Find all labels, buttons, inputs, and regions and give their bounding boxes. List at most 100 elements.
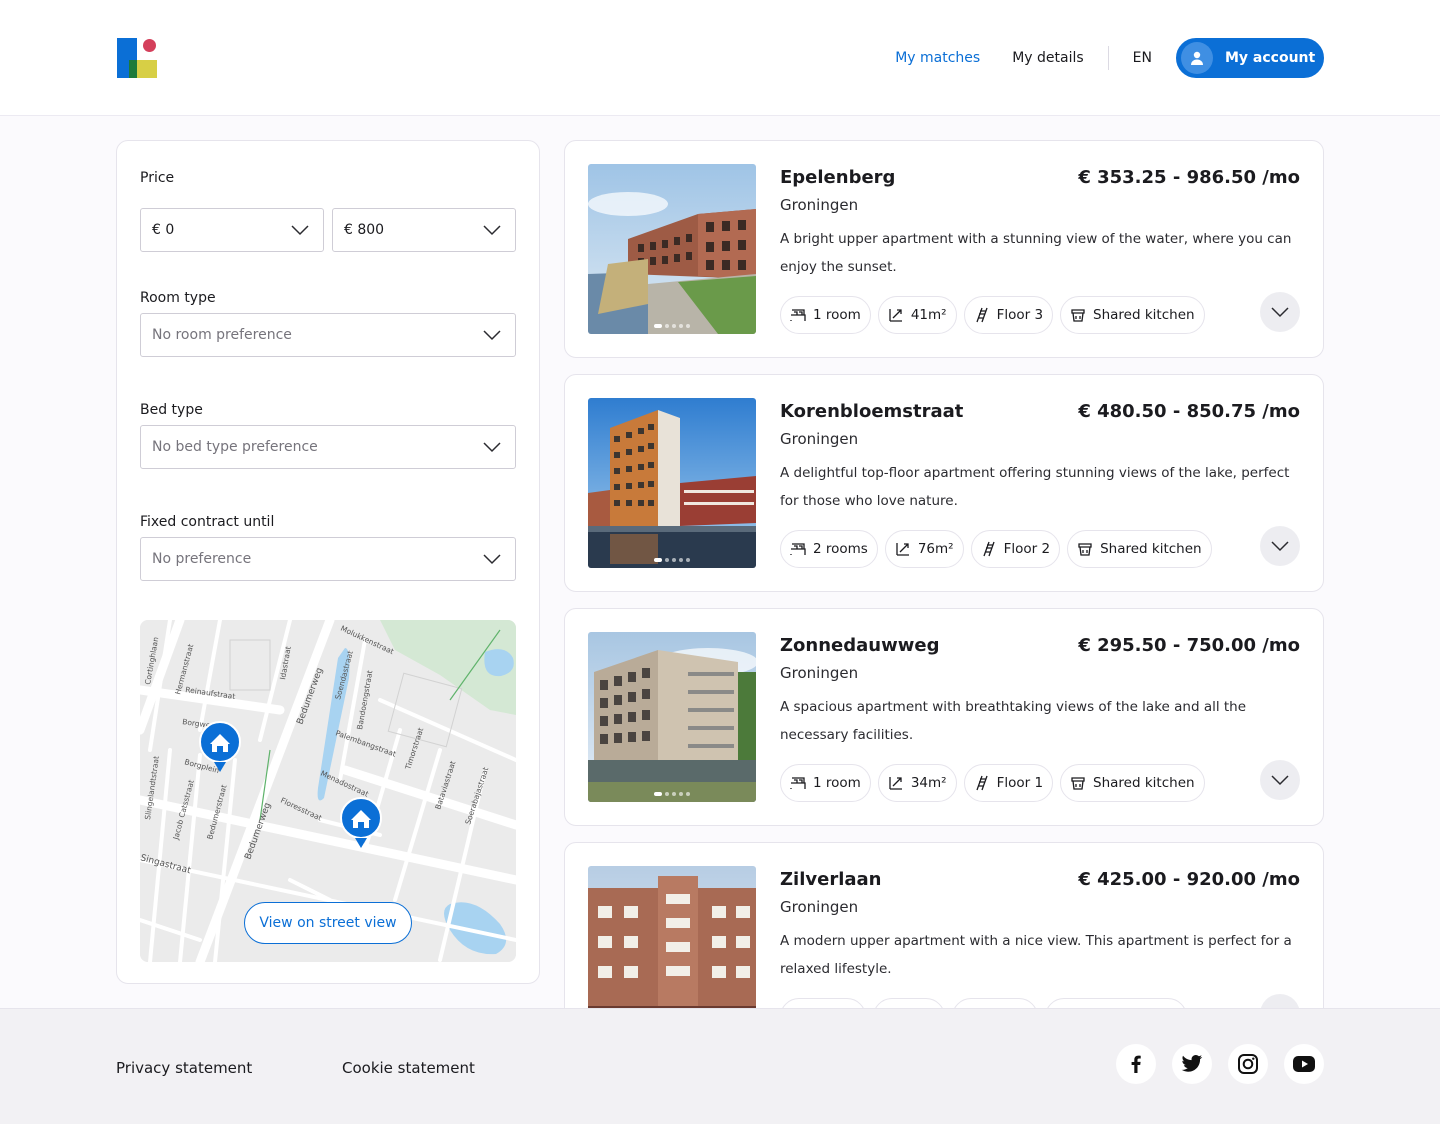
- expand-listing-button[interactable]: [1260, 994, 1300, 1008]
- floor-chip: Floor 2: [970, 530, 1061, 568]
- chevron-down-icon: [483, 554, 501, 565]
- header: My matches My details EN My account: [0, 0, 1440, 116]
- logo-icon[interactable]: [117, 38, 159, 78]
- listing-card[interactable]: Zonnedauwweg € 295.50 - 750.00 /mo Groni…: [564, 608, 1324, 826]
- filter-panel: Price € 0 € 800 Room type No room prefer…: [116, 140, 540, 984]
- chevron-down-icon: [483, 225, 501, 236]
- listing-card[interactable]: Korenbloemstraat € 480.50 - 850.75 /mo G…: [564, 374, 1324, 592]
- rooms-value: 2 rooms: [813, 541, 868, 557]
- nav-my-matches[interactable]: My matches: [895, 50, 980, 66]
- area-value: 76m²: [917, 541, 954, 557]
- room-type-value: No room preference: [152, 327, 292, 343]
- instagram-icon[interactable]: [1228, 1044, 1268, 1084]
- cookie-statement-link[interactable]: Cookie statement: [342, 1059, 475, 1077]
- rooms-chip: 1 room: [780, 296, 871, 334]
- room-type-label: Room type: [140, 290, 216, 306]
- listing-title[interactable]: Zilverlaan: [780, 869, 882, 890]
- floor-value: Floor 1: [996, 775, 1044, 791]
- chevron-down-icon: [1271, 307, 1289, 318]
- chevron-down-icon: [291, 225, 309, 236]
- rooms-chip: 1 room: [780, 764, 871, 802]
- listing-list: Epelenberg € 353.25 - 986.50 /mo Groning…: [564, 140, 1324, 1008]
- listing-card[interactable]: Epelenberg € 353.25 - 986.50 /mo Groning…: [564, 140, 1324, 358]
- expand-listing-button[interactable]: [1260, 292, 1300, 332]
- area-chip: 34m²: [877, 764, 957, 802]
- main-nav: My matches My details EN My account: [895, 38, 1324, 78]
- bed-type-select[interactable]: No bed type preference: [140, 425, 516, 469]
- rooms-value: 1 room: [813, 775, 861, 791]
- expand-listing-button[interactable]: [1260, 526, 1300, 566]
- listing-photo[interactable]: [588, 866, 756, 1008]
- nav-divider: [1107, 46, 1109, 70]
- photo-pagination[interactable]: [588, 558, 756, 562]
- area-value: 34m²: [910, 775, 947, 791]
- bed-type-value: No bed type preference: [152, 439, 318, 455]
- room-type-select[interactable]: No room preference: [140, 313, 516, 357]
- price-max-value: € 800: [344, 222, 385, 238]
- map[interactable]: Cortinghlaan Hermanstraat Reinaufstraat …: [140, 620, 516, 962]
- street-view-button[interactable]: View on street view: [244, 902, 412, 944]
- area-icon: [889, 309, 902, 322]
- area-chip: 41m²: [877, 296, 957, 334]
- price-min-value: € 0: [152, 222, 175, 238]
- listing-description: A spacious apartment with breathtaking v…: [780, 699, 1247, 743]
- user-icon: [1181, 42, 1213, 74]
- privacy-statement-link[interactable]: Privacy statement: [116, 1059, 252, 1077]
- rooms-chip: [780, 998, 866, 1008]
- my-account-button[interactable]: My account: [1176, 38, 1324, 78]
- chevron-down-icon: [483, 330, 501, 341]
- nav-my-details[interactable]: My details: [1012, 50, 1083, 66]
- twitter-icon[interactable]: [1172, 1044, 1212, 1084]
- expand-listing-button[interactable]: [1260, 760, 1300, 800]
- listing-title[interactable]: Epelenberg: [780, 167, 895, 188]
- contract-select[interactable]: No preference: [140, 537, 516, 581]
- contract-label: Fixed contract until: [140, 514, 275, 530]
- listing-description: A bright upper apartment with a stunning…: [780, 231, 1292, 275]
- floor-chip: Floor 3: [963, 296, 1054, 334]
- listing-description: A delightful top-floor apartment offerin…: [780, 465, 1290, 509]
- footer: Privacy statement Cookie statement: [0, 1008, 1440, 1124]
- price-max-select[interactable]: € 800: [332, 208, 516, 252]
- kitchen-chip: [1045, 998, 1187, 1008]
- area-value: 41m²: [910, 307, 947, 323]
- listing-price: € 425.00 - 920.00 /mo: [1078, 869, 1300, 890]
- stairs-icon: [982, 541, 995, 557]
- facebook-icon[interactable]: [1116, 1044, 1156, 1084]
- photo-pagination[interactable]: [588, 792, 756, 796]
- floor-value: Floor 3: [996, 307, 1044, 323]
- kitchen-icon: [1078, 543, 1092, 556]
- kitchen-chip: Shared kitchen: [1060, 764, 1205, 802]
- contract-value: No preference: [152, 551, 252, 567]
- listing-card[interactable]: Zilverlaan € 425.00 - 920.00 /mo Groning…: [564, 842, 1324, 1008]
- listing-price: € 295.50 - 750.00 /mo: [1078, 635, 1300, 656]
- listing-title[interactable]: Zonnedauwweg: [780, 635, 939, 656]
- photo-pagination[interactable]: [588, 324, 756, 328]
- listing-photo[interactable]: [588, 398, 756, 568]
- listing-title[interactable]: Korenbloemstraat: [780, 401, 963, 422]
- area-chip: [873, 998, 945, 1008]
- floor-chip: Floor 1: [963, 764, 1054, 802]
- kitchen-chip: Shared kitchen: [1060, 296, 1205, 334]
- listing-photo[interactable]: [588, 164, 756, 334]
- youtube-icon[interactable]: [1284, 1044, 1324, 1084]
- chevron-down-icon: [1271, 775, 1289, 786]
- listing-city: Groningen: [780, 664, 859, 682]
- kitchen-icon: [1071, 309, 1085, 322]
- language-switch[interactable]: EN: [1133, 50, 1152, 66]
- listing-features: 1 room 34m² Floor 1 Shared kitchen: [780, 764, 1212, 802]
- stairs-icon: [975, 775, 988, 791]
- listing-photo[interactable]: [588, 632, 756, 802]
- floor-chip: [952, 998, 1038, 1008]
- bed-type-label: Bed type: [140, 402, 203, 418]
- area-icon: [896, 543, 909, 556]
- stairs-icon: [975, 307, 988, 323]
- listing-city: Groningen: [780, 430, 859, 448]
- kitchen-chip: Shared kitchen: [1067, 530, 1212, 568]
- listing-description: A modern upper apartment with a nice vie…: [780, 933, 1292, 977]
- price-min-select[interactable]: € 0: [140, 208, 324, 252]
- rooms-chip: 2 rooms: [780, 530, 878, 568]
- bed-icon: [790, 777, 806, 789]
- bed-icon: [790, 309, 806, 321]
- kitchen-value: Shared kitchen: [1100, 541, 1202, 557]
- listing-features: [780, 998, 1194, 1008]
